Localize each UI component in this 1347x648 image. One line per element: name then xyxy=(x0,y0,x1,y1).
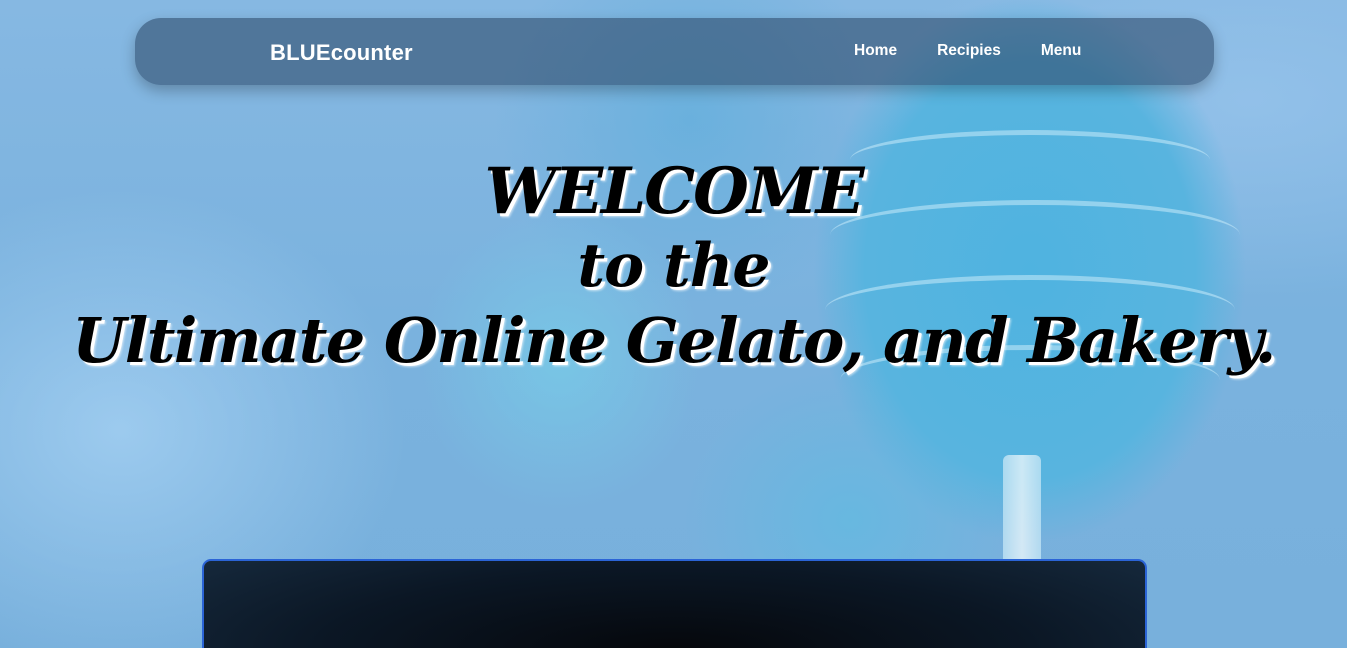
hero-heading: WELCOME to the Ultimate Online Gelato, a… xyxy=(0,160,1347,372)
nav-links: Home Recipies Menu xyxy=(854,42,1081,60)
nav-link-home[interactable]: Home xyxy=(854,42,897,60)
navbar: BLUEcounter Home Recipies Menu xyxy=(135,18,1214,85)
hero-to-the: to the xyxy=(577,231,770,301)
hero-welcome: WELCOME xyxy=(484,154,865,229)
nav-link-menu[interactable]: Menu xyxy=(1041,42,1081,60)
content-panel xyxy=(202,559,1147,648)
brand-logo[interactable]: BLUEcounter xyxy=(270,40,413,66)
hero-tagline: Ultimate Online Gelato, and Bakery. xyxy=(72,304,1276,377)
nav-link-recipies[interactable]: Recipies xyxy=(937,42,1001,60)
